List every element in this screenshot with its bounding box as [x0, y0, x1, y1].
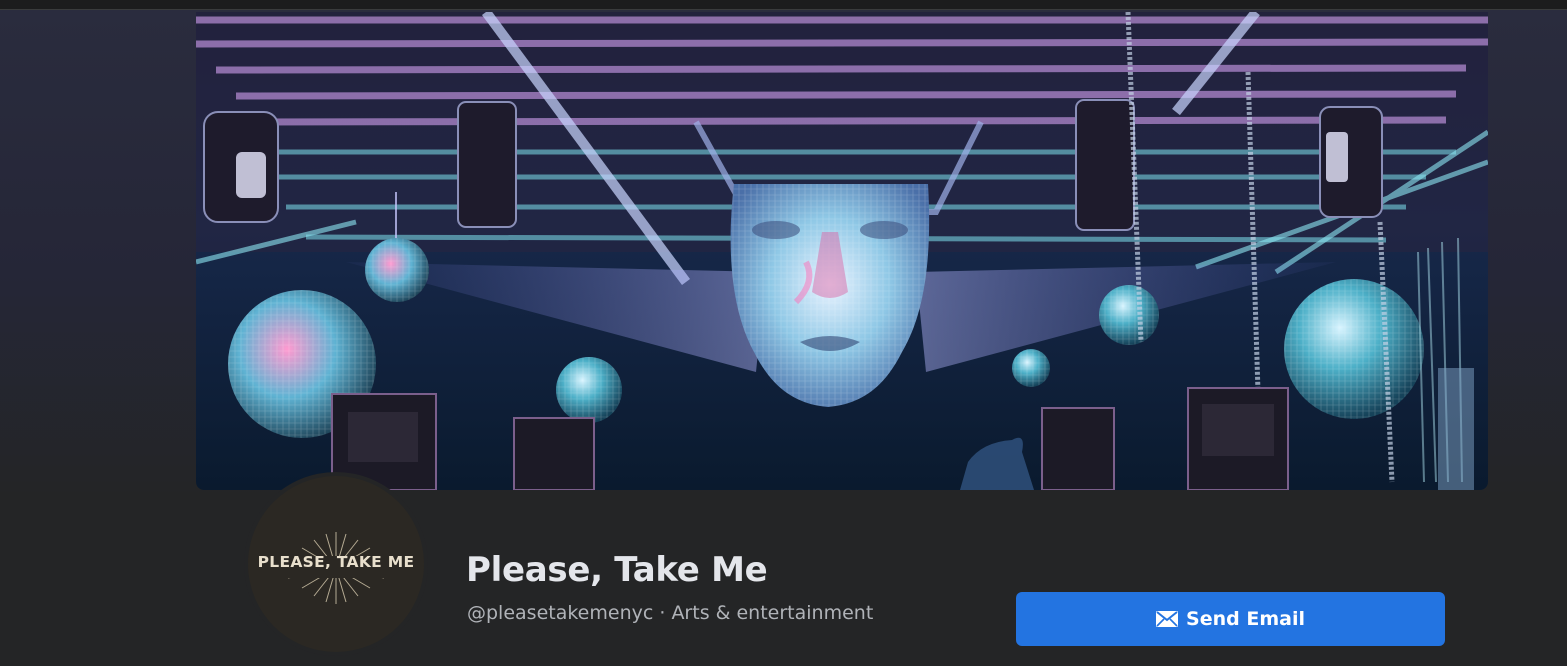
page-handle: @pleasetakemenyc: [467, 602, 654, 624]
send-email-button[interactable]: Send Email: [1016, 592, 1445, 646]
page-avatar[interactable]: PLEASE, TAKE ME: [248, 476, 424, 652]
top-bar: [0, 0, 1567, 10]
subtitle-separator: ·: [653, 602, 672, 624]
envelope-icon: [1156, 611, 1179, 627]
cover-photo-image: [196, 12, 1488, 490]
page-category: Arts & entertainment: [671, 602, 874, 624]
page-subtitle: @pleasetakemenyc · Arts & entertainment: [467, 602, 873, 624]
send-email-label: Send Email: [1186, 608, 1305, 630]
avatar-logo-text: PLEASE, TAKE ME: [257, 553, 415, 571]
cover-photo[interactable]: [196, 12, 1488, 490]
page-title: Please, Take Me: [466, 550, 768, 590]
